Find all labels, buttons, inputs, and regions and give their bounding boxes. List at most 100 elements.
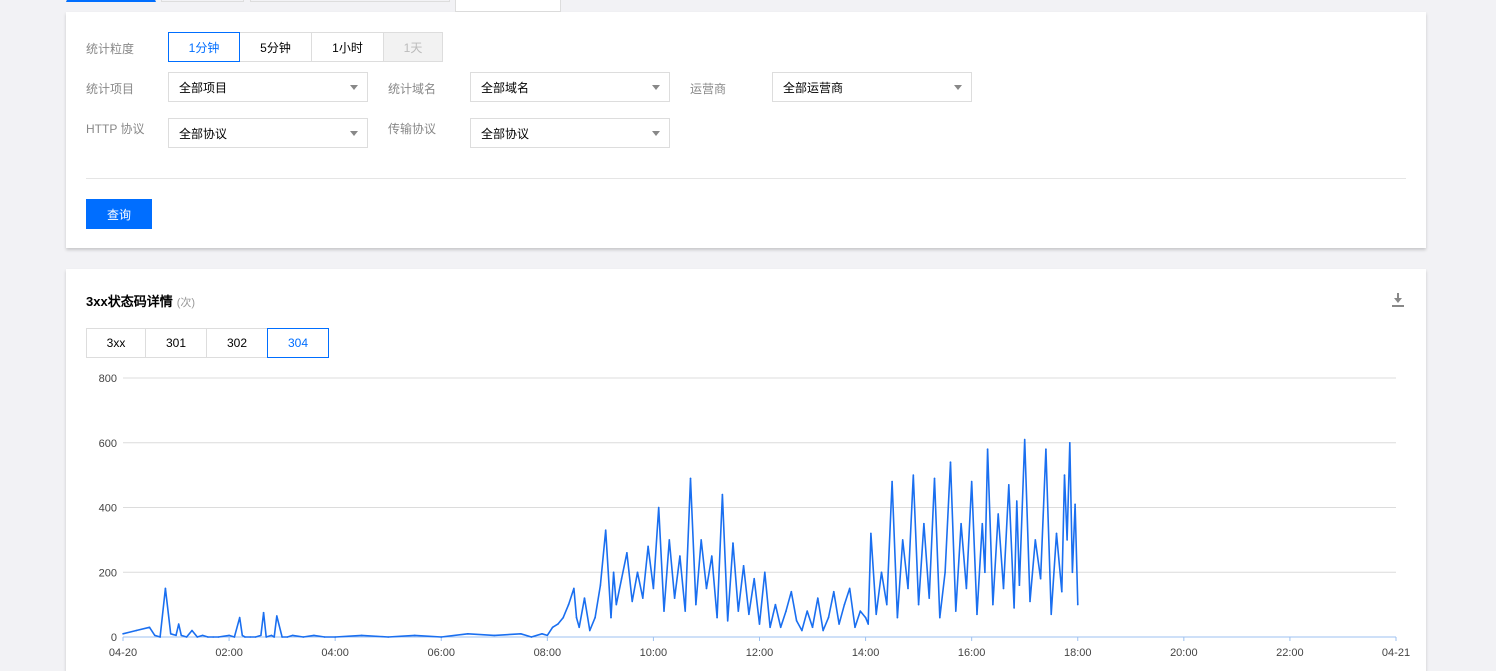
data-point [557,623,559,625]
data-point [1061,590,1063,593]
data-point [249,636,252,638]
data-point [832,590,835,593]
data-point [679,555,681,557]
data-point [260,634,262,637]
data-point [541,632,543,635]
x-tick-label: 06:00 [427,647,455,659]
chevron-down-icon [652,85,660,90]
data-point [546,634,549,637]
data-point [164,587,167,590]
data-point [207,636,209,638]
transport-protocol-select-value: 全部协议 [481,126,530,141]
data-point [413,634,416,637]
data-point [201,634,204,637]
data-point [575,616,578,619]
data-point [262,611,265,614]
data-point [822,629,824,632]
data-point [769,626,771,629]
data-point [567,603,570,606]
isp-select[interactable]: 全部运营商 [772,72,972,102]
data-point [1002,587,1005,590]
data-point [843,603,846,606]
data-point [154,634,156,637]
data-point [1063,474,1066,476]
data-point [652,587,655,590]
y-tick-label: 400 [99,503,117,515]
data-point [583,597,586,599]
data-point [912,474,915,476]
top-tab-1[interactable] [66,0,156,2]
data-point [175,634,177,637]
top-tab-2[interactable] [161,0,244,2]
data-point [928,597,931,599]
granularity-option-5min[interactable]: 5分钟 [239,32,312,62]
data-point [273,636,275,638]
data-point [620,577,623,580]
data-point [254,636,257,638]
granularity-selector: 1分钟 5分钟 1小时 1天 [168,32,443,62]
data-point [493,634,496,637]
project-label: 统计项目 [86,82,135,96]
data-point [387,636,390,638]
data-point [169,632,172,635]
data-point [753,577,755,580]
data-point [594,616,596,619]
http-protocol-select-value: 全部协议 [179,126,228,141]
data-point [148,626,151,629]
data-point [562,616,565,619]
data-point [360,634,363,637]
data-point [1055,532,1058,535]
data-point [1013,607,1015,609]
data-point [976,613,978,616]
transport-protocol-select[interactable]: 全部协议 [470,118,670,148]
data-point [870,532,872,535]
data-point [997,513,999,515]
data-point [684,610,687,612]
data-point [440,636,443,638]
data-point [668,539,671,541]
data-point [588,629,591,632]
x-tick-label: 04-21 [1382,647,1410,659]
data-point [530,636,533,638]
data-point [323,636,326,638]
data-point [901,539,904,541]
data-point [827,616,830,619]
domain-select[interactable]: 全部域名 [470,72,670,102]
data-point [626,552,628,554]
data-point [896,616,899,619]
project-select[interactable]: 全部项目 [168,72,368,102]
data-point [1071,571,1074,574]
data-point [944,571,946,574]
data-point [917,603,920,606]
data-point [1015,500,1018,502]
x-tick-label: 14:00 [852,647,880,659]
data-point [965,587,968,590]
x-tick-label: 16:00 [958,647,986,659]
tab-304[interactable]: 304 [267,328,329,358]
granularity-option-1hour[interactable]: 1小时 [311,32,384,62]
domain-label: 统计域名 [388,82,437,96]
data-point [726,620,729,622]
data-point [933,477,936,480]
http-protocol-select[interactable]: 全部协议 [168,118,368,148]
data-point [1066,539,1068,541]
data-point [748,613,750,616]
data-point [244,636,246,638]
x-tick-label: 18:00 [1064,647,1092,659]
x-tick-label: 04-20 [109,647,137,659]
data-point [286,636,289,638]
top-tab-3[interactable] [250,0,450,2]
data-point [891,480,893,483]
data-point [705,587,708,590]
data-point [159,636,161,638]
data-point [466,632,469,635]
isp-label: 运营商 [690,82,727,96]
query-button[interactable]: 查询 [86,199,152,229]
y-tick-label: 600 [99,438,117,450]
data-point [578,626,580,629]
data-point [647,545,649,548]
granularity-option-1min[interactable]: 1分钟 [168,32,240,62]
data-point [689,477,692,480]
top-tab-4[interactable] [455,0,561,12]
status-code-chart-panel: 3xx状态码详情 (次) 3xx 301 302 304 0 200 400 600 80… [66,269,1426,671]
